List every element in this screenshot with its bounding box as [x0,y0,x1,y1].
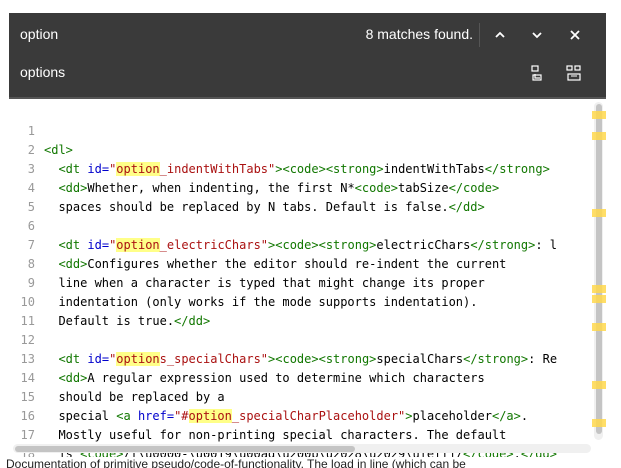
code-line: 15 special <a href="#option_specialCharP… [20,390,529,423]
divider [479,23,480,47]
match-count: 8 matches found. [365,26,473,42]
match-marker [592,285,606,293]
code-editor[interactable]: 1 <dl> 2 <dt id="option_indentWithTabs">… [9,99,606,457]
replace-all-button[interactable] [560,61,588,85]
horizontal-scroll-thumb[interactable] [15,446,355,452]
match-marker [592,295,606,303]
code-line: 18 <dt id="option_specialCharPlaceholder… [9,426,38,457]
code-line: 8 line when a character is typed that mi… [27,257,485,290]
chevron-down-icon [532,32,542,39]
match-marker [592,132,606,140]
code-line: 7 <dd>Configures whether the editor shou… [27,238,507,271]
code-line: 1 <dl> [27,124,73,157]
replace-icon [531,65,542,81]
match-marker [592,111,606,119]
next-match-button[interactable] [524,23,550,47]
code-line: 12 <dt id="options_specialChars"><code><… [20,333,558,366]
find-row: option 8 matches found. [9,13,606,55]
footer-text: Documentation of primitive pseudo/code-o… [6,458,466,468]
chevron-up-icon [495,31,505,38]
replace-row: options [9,51,606,93]
code-line: 11 [20,314,35,328]
code-line: 4 spaces should be replaced by N tabs. D… [27,181,485,214]
replace-input[interactable]: options [20,64,65,80]
find-replace-panel: option 8 matches found. options [9,13,606,97]
replace-button[interactable] [523,61,551,85]
code-line: 17 is <code>/[\u0000-\u0019\u00ad\u200b\… [20,428,557,457]
match-marker [592,381,606,389]
code-line: 2 <dt id="option_indentWithTabs"><code><… [27,143,550,176]
match-marker [592,323,606,331]
code-line: 14 should be replaced by a [20,371,225,404]
search-input[interactable]: option [20,26,58,42]
code-line: 5 [27,200,35,214]
previous-match-button[interactable] [487,23,513,47]
code-line: 3 <dd>Whether, when indenting, the first… [27,162,500,195]
close-search-button[interactable] [562,23,588,47]
close-icon [570,30,580,40]
replace-all-icon [566,65,581,81]
code-line: 16 Mostly useful for non-printing specia… [20,409,507,442]
code-line: 6 <dt id="option_electricChars"><code><s… [27,219,558,252]
code-line: 13 <dd>A regular expression used to dete… [20,352,485,385]
code-line: 9 indentation (only works if the mode su… [27,276,478,309]
match-marker [592,209,606,217]
code-line: 10 Default is true.</dd> [20,295,211,328]
match-marker [592,419,606,427]
